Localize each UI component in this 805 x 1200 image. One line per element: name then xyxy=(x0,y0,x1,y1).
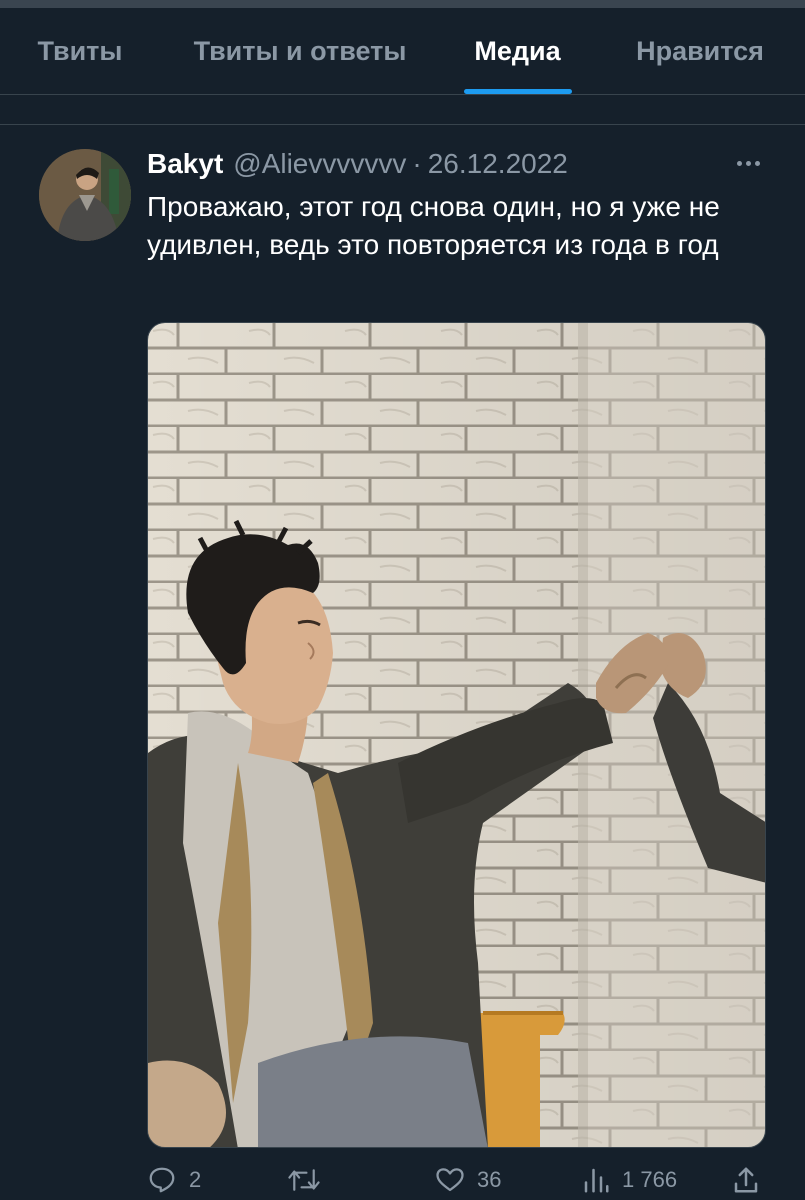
share-button[interactable] xyxy=(732,1160,760,1200)
tab-label: Нравится xyxy=(636,35,764,66)
avatar-photo xyxy=(39,149,131,241)
active-tab-indicator xyxy=(464,89,572,94)
more-options-button[interactable] xyxy=(728,146,768,180)
like-button[interactable]: 36 xyxy=(435,1160,501,1200)
tab-likes[interactable]: Нравится xyxy=(595,8,805,94)
retweet-icon xyxy=(288,1169,320,1191)
author-handle[interactable]: @Alievvvvvvv xyxy=(233,148,406,180)
author-name[interactable]: Bakyt xyxy=(147,148,223,180)
reply-count: 2 xyxy=(189,1167,202,1192)
heart-icon xyxy=(436,1168,464,1192)
like-count: 36 xyxy=(477,1167,502,1192)
section-divider xyxy=(0,124,805,125)
tab-tweets-and-replies[interactable]: Твиты и ответы xyxy=(160,8,440,94)
tab-label: Твиты и ответы xyxy=(193,35,407,66)
status-strip xyxy=(0,0,805,8)
profile-tabs: Твиты Твиты и ответы Медиа Нравится xyxy=(0,8,805,95)
share-icon xyxy=(734,1167,758,1193)
tweet-date[interactable]: 26.12.2022 xyxy=(428,148,568,180)
tab-label: Твиты xyxy=(37,35,123,66)
avatar[interactable] xyxy=(39,149,131,241)
tab-tweets[interactable]: Твиты xyxy=(0,8,160,94)
tweet-photo[interactable] xyxy=(147,322,766,1148)
photo-image xyxy=(148,323,765,1147)
views-icon xyxy=(584,1168,609,1193)
views-count: 1 766 xyxy=(622,1167,678,1192)
reply-icon xyxy=(149,1167,175,1193)
tweet-text: Проважаю, этот год снова один, но я уже … xyxy=(147,191,720,260)
tweet-header: Bakyt @Alievvvvvvv · 26.12.2022 xyxy=(147,144,568,184)
retweet-button[interactable] xyxy=(287,1160,333,1200)
tab-label: Медиа xyxy=(474,35,561,66)
separator-dot: · xyxy=(412,148,422,179)
tweet-actions: 2 36 1 766 xyxy=(147,1160,777,1200)
ellipsis-icon xyxy=(735,160,762,166)
views-button[interactable]: 1 766 xyxy=(582,1160,677,1200)
tab-media[interactable]: Медиа xyxy=(440,8,595,94)
reply-button[interactable]: 2 xyxy=(147,1160,201,1200)
